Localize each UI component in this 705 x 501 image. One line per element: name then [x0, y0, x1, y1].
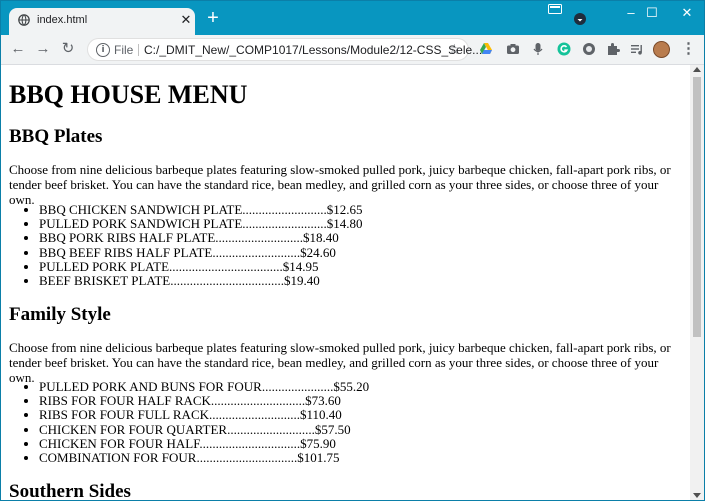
window-profile-icon[interactable] — [548, 4, 562, 16]
section-heading-family-style: Family Style — [9, 304, 111, 325]
list-item: RIBS FOR FOUR HALF RACK.................… — [39, 394, 369, 408]
scroll-down-arrow-icon[interactable] — [693, 493, 701, 498]
section-heading-bbq-plates: BBQ Plates — [9, 126, 103, 147]
section-heading-southern-sides: Southern Sides — [9, 481, 131, 501]
close-tab-icon[interactable]: ✕ — [179, 13, 193, 27]
list-item: RIBS FOR FOUR FULL RACK.................… — [39, 408, 369, 422]
tab-index-html[interactable]: index.html ✕ — [9, 8, 195, 35]
scrollbar-thumb[interactable] — [693, 77, 701, 337]
menu-list-family-style: PULLED PORK AND BUNS FOR FOUR...........… — [9, 379, 369, 465]
grammarly-icon[interactable] — [557, 42, 571, 56]
reload-button[interactable]: ↻ — [59, 40, 77, 58]
camera-icon[interactable] — [506, 42, 520, 56]
circle-extension-icon[interactable] — [582, 42, 596, 56]
tab-title: index.html — [37, 14, 88, 26]
page-viewport: BBQ HOUSE MENU BBQ Plates Choose from ni… — [1, 65, 690, 501]
list-item: PULLED PORK PLATE.......................… — [39, 259, 363, 274]
list-item: PULLED PORK AND BUNS FOR FOUR...........… — [39, 379, 369, 394]
list-item: PULLED PORK SANDWICH PLATE..............… — [39, 217, 363, 231]
address-bar[interactable]: i File C:/_DMIT_New/_COMP1017/Lessons/Mo… — [87, 38, 482, 61]
vertical-scrollbar[interactable] — [690, 65, 704, 500]
maximize-button[interactable]: ☐ — [632, 1, 672, 31]
more-menu-icon[interactable]: ⋮ — [681, 40, 696, 58]
tab-strip: index.html ✕ + – ☐ ✕ — [1, 1, 704, 35]
info-icon[interactable]: i — [96, 43, 110, 57]
section-description: Choose from nine delicious barbeque plat… — [9, 162, 671, 207]
browser-toolbar: ← → ↻ i File C:/_DMIT_New/_COMP1017/Less… — [1, 35, 704, 65]
list-item: BEEF BRISKET PLATE......................… — [39, 273, 363, 288]
scroll-up-arrow-icon[interactable] — [693, 67, 701, 72]
menu-list-bbq-plates: BBQ CHICKEN SANDWICH PLATE..............… — [9, 202, 363, 288]
list-item: BBQ PORK RIBS HALF PLATE................… — [39, 231, 363, 245]
forward-button[interactable]: → — [34, 40, 52, 58]
puzzle-extensions-icon[interactable] — [606, 42, 620, 56]
scheme-label: File — [114, 43, 134, 57]
list-item: CHICKEN FOR FOUR QUARTER................… — [39, 422, 369, 437]
url-text[interactable]: C:/_DMIT_New/_COMP1017/Lessons/Module2/1… — [144, 43, 482, 57]
media-queue-icon[interactable] — [630, 42, 644, 56]
avatar[interactable] — [653, 41, 670, 58]
new-tab-button[interactable]: + — [204, 8, 222, 28]
bookmark-star-icon[interactable]: ☆ — [448, 41, 461, 58]
divider — [138, 44, 139, 56]
tab-search-icon[interactable] — [574, 13, 586, 25]
google-drive-icon[interactable] — [479, 42, 493, 56]
page-title: BBQ HOUSE MENU — [9, 80, 248, 109]
list-item: CHICKEN FOR FOUR HALF...................… — [39, 436, 369, 451]
back-button[interactable]: ← — [9, 40, 27, 58]
microphone-icon[interactable] — [531, 42, 545, 56]
list-item: COMBINATION FOR FOUR....................… — [39, 450, 369, 465]
close-window-button[interactable]: ✕ — [667, 1, 704, 31]
list-item: BBQ BEEF RIBS HALF PLATE................… — [39, 245, 363, 260]
globe-icon — [18, 14, 30, 26]
browser-window: index.html ✕ + – ☐ ✕ ← → ↻ i File C:/_DM… — [0, 0, 705, 501]
list-item: BBQ CHICKEN SANDWICH PLATE..............… — [39, 202, 363, 217]
